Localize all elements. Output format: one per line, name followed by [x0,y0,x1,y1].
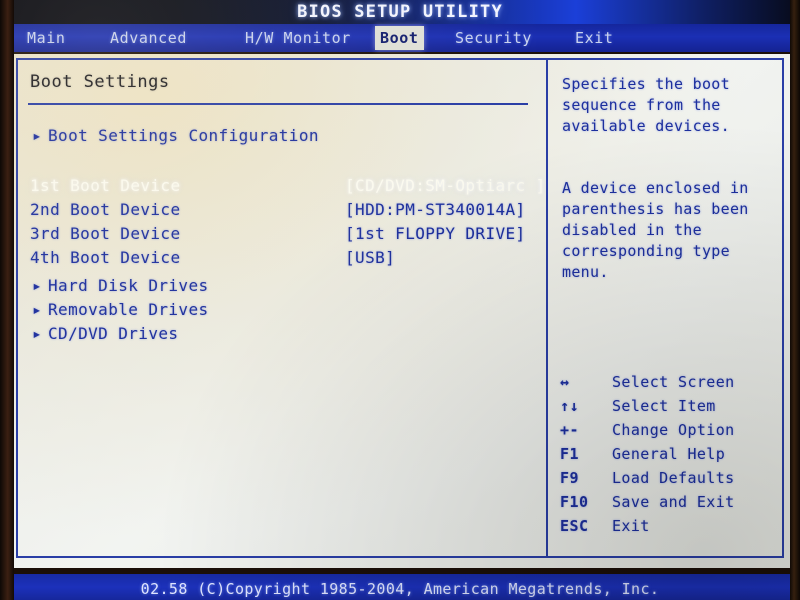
help-paragraph-2: A device enclosed in parenthesis has bee… [562,179,749,281]
legend-description: Load Defaults [612,469,735,487]
panel-divider [546,60,548,556]
section-rule [28,103,528,105]
f9-key: F9 [560,469,580,487]
monitor-bezel-right [790,0,800,600]
page-title: BIOS SETUP UTILITY [297,2,503,22]
title-bar: BIOS SETUP UTILITY [0,0,800,24]
legend-row: ESC Exit [560,514,785,538]
f1-key: F1 [560,445,580,463]
tab-h-w-monitor[interactable]: H/W Monitor [240,26,356,50]
up-down-arrow-icon: ↑↓ [560,397,580,415]
esc-key: ESC [560,517,589,535]
submenu-arrow-icon: ▸ [32,300,43,319]
menu-item-boot-settings-configuration-label: Boot Settings Configuration [48,126,319,145]
help-text-2: A device enclosed in parenthesis has bee… [562,178,782,302]
left-right-arrow-icon: ↔ [560,373,570,391]
setting-2nd-boot-device[interactable]: 2nd Boot Device [30,200,181,219]
plus-minus-icon: +- [560,421,580,439]
bios-screen: BIOS SETUP UTILITY Main Advanced H/W Monit… [0,0,800,600]
setting-1st-boot-device-value[interactable]: [CD/DVD:SM-Optiarc ] [345,176,546,195]
legend-row: ↔ Select Screen [560,370,785,394]
submenu-arrow-icon: ▸ [32,276,43,295]
legend-row: ↑↓ Select Item [560,394,785,418]
legend-description: General Help [612,445,726,463]
menu-item-boot-settings-configuration[interactable]: ▸ Boot Settings Configuration [32,126,319,145]
legend-row: F1 General Help [560,442,785,466]
setting-4th-boot-device-value[interactable]: [USB] [345,248,395,267]
menu-item-hard-disk-drives[interactable]: ▸ Hard Disk Drives [32,276,209,295]
footer-bar: 02.58 (C)Copyright 1985-2004, American M… [0,574,800,600]
legend-description: Select Screen [612,373,735,391]
tab-boot[interactable]: Boot [375,26,424,50]
key-legend: ↔ Select Screen ↑↓ Select Item +- Change Opti… [560,370,785,538]
legend-row: F9 Load Defaults [560,466,785,490]
legend-description: Change Option [612,421,735,439]
menu-item-removable-drives-label: Removable Drives [48,300,209,319]
tab-exit[interactable]: Exit [570,26,619,50]
help-text-1: Specifies the boot sequence from the ava… [562,74,782,156]
menu-bar: Main Advanced H/W Monitor Boot Security Exit [0,24,800,52]
legend-description: Exit [612,517,650,535]
menu-item-cd-dvd-drives-label: CD/DVD Drives [48,324,179,343]
setting-1st-boot-device[interactable]: 1st Boot Device [30,176,181,195]
setting-2nd-boot-device-value[interactable]: [HDD:PM-ST340014A] [345,200,526,219]
submenu-arrow-icon: ▸ [32,324,43,343]
tab-advanced[interactable]: Advanced [105,26,192,50]
help-paragraph-1: Specifies the boot sequence from the ava… [562,75,730,135]
setting-3rd-boot-device[interactable]: 3rd Boot Device [30,224,181,243]
legend-row: +- Change Option [560,418,785,442]
menu-item-hard-disk-drives-label: Hard Disk Drives [48,276,209,295]
legend-row: F10 Save and Exit [560,490,785,514]
section-title: Boot Settings [30,72,170,92]
copyright-text: 02.58 (C)Copyright 1985-2004, American M… [140,580,660,598]
tab-security[interactable]: Security [450,26,537,50]
menu-item-removable-drives[interactable]: ▸ Removable Drives [32,300,209,319]
menu-item-cd-dvd-drives[interactable]: ▸ CD/DVD Drives [32,324,178,343]
setting-4th-boot-device[interactable]: 4th Boot Device [30,248,181,267]
submenu-arrow-icon: ▸ [32,126,43,145]
setting-3rd-boot-device-value[interactable]: [1st FLOPPY DRIVE] [345,224,526,243]
legend-description: Select Item [612,397,716,415]
monitor-bezel-left [0,0,14,600]
f10-key: F10 [560,493,589,511]
tab-main[interactable]: Main [22,26,71,50]
legend-description: Save and Exit [612,493,735,511]
